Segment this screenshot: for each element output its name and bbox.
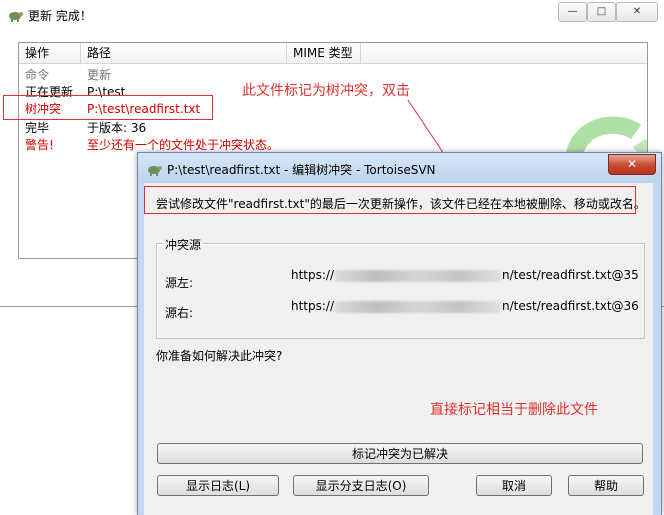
row-action: 警告!	[25, 138, 54, 152]
redacted-blur	[335, 300, 502, 313]
row-action: 完毕	[25, 121, 50, 135]
dialog-title: P:\test\readfirst.txt - 编辑树冲突 - Tortoise…	[167, 163, 436, 177]
tree-conflict-highlight-box	[3, 95, 213, 120]
list-item[interactable]: 完毕 于版本: 36	[19, 120, 647, 136]
column-header-mime[interactable]: MIME 类型	[287, 43, 361, 63]
close-button[interactable]: ✕	[616, 2, 658, 22]
mark-resolved-annotation: 直接标记相当于删除此文件	[430, 402, 598, 418]
url-suffix: n/test/readfirst.txt@36	[502, 299, 639, 313]
source-right-url: https:// n/test/readfirst.txt@36	[291, 299, 639, 313]
show-branch-log-button[interactable]: 显示分支日志(O)	[293, 475, 429, 496]
close-button[interactable]: ✕	[608, 154, 656, 175]
conflict-source-group: 冲突源 源左: https://n/test/readfirst.txt@35 …	[156, 236, 645, 339]
url-suffix: n/test/readfirst.txt@35	[502, 268, 639, 282]
resolve-question: 你准备如何解决此冲突?	[156, 349, 283, 363]
row-path: 至少还有一个的文件处于冲突状态。	[87, 138, 280, 152]
row-action: 命令	[25, 68, 50, 82]
tree-conflict-annotation: 此文件标记为树冲突，双击	[242, 83, 410, 99]
redacted-blur	[335, 269, 502, 282]
maximize-button[interactable]: □	[587, 2, 616, 22]
list-header: 操作 路径 MIME 类型	[19, 43, 647, 64]
dialog-title-bar: P:\test\readfirst.txt - 编辑树冲突 - Tortoise…	[138, 153, 661, 183]
window-title: 更新 完成！	[28, 9, 92, 23]
tortoise-icon	[148, 166, 162, 176]
row-path: 于版本: 36	[87, 121, 147, 135]
description-highlight-box	[144, 186, 636, 214]
source-right-label: 源右:	[165, 306, 194, 320]
tortoise-icon	[9, 12, 23, 22]
column-header-path[interactable]: 路径	[81, 43, 287, 63]
source-left-label: 源左:	[165, 276, 194, 290]
group-label: 冲突源	[163, 236, 204, 253]
url-prefix: https://	[291, 299, 335, 313]
url-prefix: https://	[291, 268, 335, 282]
mark-resolved-button[interactable]: 标记冲突为已解决	[157, 443, 643, 464]
row-path: 更新	[87, 68, 112, 82]
list-item-warning[interactable]: 警告! 至少还有一个的文件处于冲突状态。	[19, 137, 647, 153]
dialog-body: 尝试修改文件"readfirst.txt"的最后一次更新操作，该文件已经在本地被…	[144, 183, 653, 515]
title-bar: 更新 完成！ — □ ✕	[0, 0, 664, 28]
column-header-action[interactable]: 操作	[19, 43, 81, 63]
source-left-url: https:// n/test/readfirst.txt@35	[291, 268, 639, 282]
cancel-button[interactable]: 取消	[476, 475, 552, 496]
help-button[interactable]: 帮助	[568, 475, 644, 496]
minimize-button[interactable]: —	[558, 2, 587, 22]
show-log-button[interactable]: 显示日志(L)	[157, 475, 279, 496]
